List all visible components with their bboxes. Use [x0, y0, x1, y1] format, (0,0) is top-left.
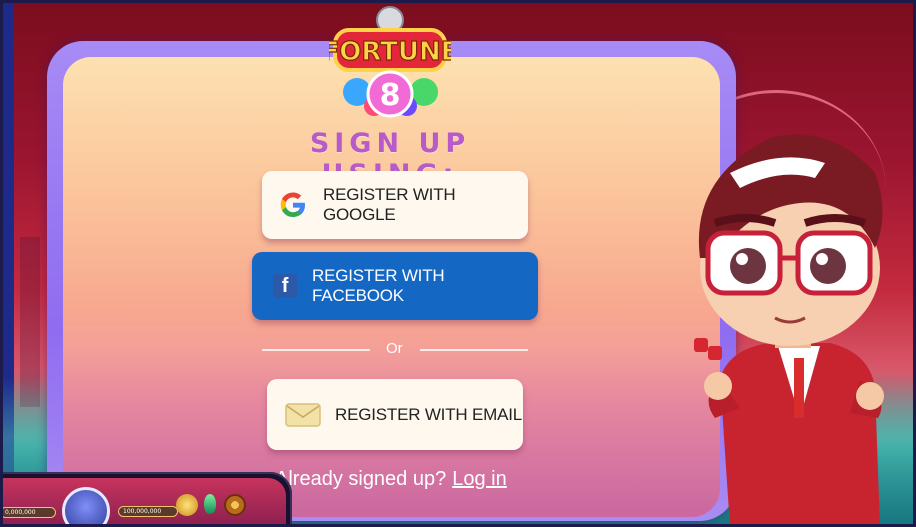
login-link[interactable]: Log in [452, 468, 507, 490]
balance-right-value: 100,000,000 [123, 508, 162, 515]
mascot-character [660, 118, 916, 527]
register-email-button[interactable]: REGISTER WITH EMAIL [267, 379, 523, 450]
already-signed-up-row: Already signed up? Log in [275, 468, 507, 491]
green-gem-icon [204, 494, 216, 514]
or-divider: Or [262, 339, 528, 359]
register-email-label: REGISTER WITH EMAIL [335, 404, 522, 424]
register-google-label: REGISTER WITH GOOGLE [323, 185, 456, 224]
avatar[interactable] [62, 487, 110, 527]
player-hud: 0,000,000 100,000,000 [0, 472, 292, 527]
or-text: Or [386, 340, 403, 357]
register-google-button[interactable]: REGISTER WITH GOOGLE [262, 171, 528, 239]
envelope-icon [285, 402, 321, 427]
logo-text: FORTUNE [329, 37, 451, 67]
balance-bar-right: 100,000,000 [118, 506, 178, 517]
coin-icon [176, 494, 198, 516]
fortune-8-logo: FORTUNE 8 [321, 4, 459, 122]
divider-line-right [420, 349, 528, 351]
facebook-f-icon: f [273, 274, 297, 298]
google-g-icon [279, 191, 307, 219]
balance-left-value: 0,000,000 [5, 509, 36, 516]
divider-line-left [262, 349, 370, 351]
logo-number: 8 [380, 78, 401, 113]
gear-icon[interactable] [224, 494, 246, 516]
register-facebook-button[interactable]: f REGISTER WITH FACEBOOK [252, 252, 538, 320]
already-signed-up-text: Already signed up? [275, 468, 447, 490]
balance-bar-left: 0,000,000 [0, 507, 56, 518]
register-facebook-label: REGISTER WITH FACEBOOK [312, 266, 445, 305]
